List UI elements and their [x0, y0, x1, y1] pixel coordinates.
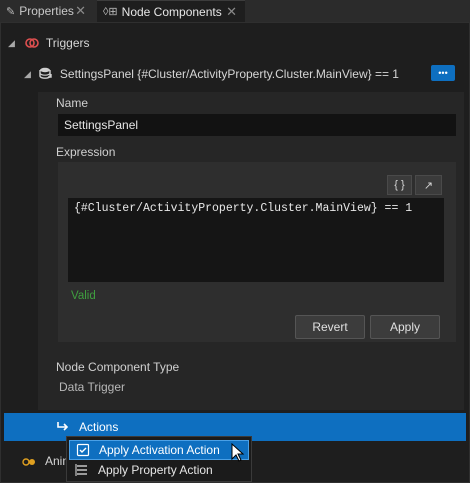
trigger-icon	[25, 37, 39, 49]
revert-button[interactable]: Revert	[295, 315, 365, 339]
expand-editor-button[interactable]: ↗	[415, 175, 442, 195]
tab-node-components-label: Node Components	[121, 4, 222, 19]
trigger-row[interactable]: ◢ SettingsPanel {#Cluster/ActivityProper…	[24, 65, 399, 83]
apply-button[interactable]: Apply	[370, 315, 440, 339]
actions-label: Actions	[79, 420, 119, 434]
property-action-icon	[75, 463, 89, 477]
animations-row[interactable]: Anim	[22, 453, 72, 469]
menu-item-apply-activation-action[interactable]: Apply Activation Action	[69, 440, 249, 460]
wrench-icon: ✎	[6, 5, 16, 18]
menu-item-label: Apply Property Action	[98, 463, 213, 477]
node-components-icon: ◊⊞	[103, 6, 118, 18]
tab-node-components[interactable]: ◊⊞ Node Components ✕	[97, 0, 245, 22]
name-label: Name	[56, 96, 89, 110]
menu-item-label: Apply Activation Action	[99, 443, 220, 457]
close-icon[interactable]: ✕	[75, 3, 86, 19]
add-action-context-menu: Apply Activation Action Apply Property A…	[66, 436, 252, 482]
node-component-type-label: Node Component Type	[56, 360, 180, 374]
binding-braces-button[interactable]: { }	[387, 175, 412, 195]
trigger-title: SettingsPanel {#Cluster/ActivityProperty…	[59, 67, 399, 81]
tab-properties[interactable]: ✎ Properties ✕	[0, 0, 94, 22]
tab-properties-label: Properties	[19, 4, 74, 18]
name-field[interactable]: SettingsPanel	[58, 114, 456, 136]
data-trigger-icon	[38, 66, 54, 82]
more-options-button[interactable]: •••	[431, 65, 455, 81]
mouse-cursor-icon	[231, 442, 245, 463]
activation-action-icon	[76, 443, 90, 457]
close-icon[interactable]: ✕	[226, 4, 237, 20]
menu-item-apply-property-action[interactable]: Apply Property Action	[69, 460, 249, 480]
node-component-type-value: Data Trigger	[59, 380, 126, 394]
collapse-triangle-icon[interactable]: ◢	[24, 69, 31, 80]
expression-code-input[interactable]: {#Cluster/ActivityProperty.Cluster.MainV…	[68, 198, 444, 282]
action-arrow-icon	[56, 421, 70, 433]
tab-bar: ✎ Properties ✕ ◊⊞ Node Components ✕	[0, 0, 470, 22]
expression-status: Valid	[71, 290, 96, 302]
expression-label: Expression	[56, 145, 116, 159]
collapse-triangle-icon[interactable]: ◢	[8, 38, 15, 49]
triggers-label: Triggers	[45, 36, 90, 50]
animation-icon	[22, 456, 36, 466]
triggers-section[interactable]: ◢ Triggers	[8, 34, 90, 52]
